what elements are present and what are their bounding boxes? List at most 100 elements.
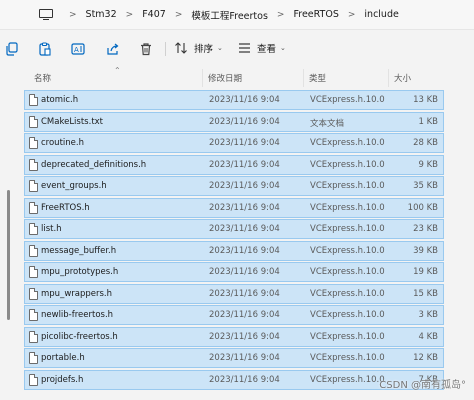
file-type: VCExpress.h.10.0 bbox=[310, 353, 385, 363]
file-date: 2023/11/16 9:04 bbox=[209, 353, 280, 363]
file-date: 2023/11/16 9:04 bbox=[209, 138, 280, 148]
file-date: 2023/11/16 9:04 bbox=[209, 267, 280, 277]
table-row[interactable]: portable.h 2023/11/16 9:04 VCExpress.h.1… bbox=[24, 348, 444, 368]
table-row[interactable]: event_groups.h 2023/11/16 9:04 VCExpress… bbox=[24, 176, 444, 196]
breadcrumb-item-f407[interactable]: F407 bbox=[142, 9, 166, 20]
table-row[interactable]: picolibc-freertos.h 2023/11/16 9:04 VCEx… bbox=[24, 326, 444, 347]
chevron-right-icon[interactable]: > bbox=[348, 10, 356, 20]
file-type: VCExpress.h.10.0 bbox=[310, 138, 385, 148]
h-file-icon bbox=[29, 94, 38, 106]
file-date: 2023/11/16 9:04 bbox=[209, 331, 280, 342]
view-button[interactable]: 查看 ⌄ bbox=[238, 41, 286, 55]
file-name: mpu_wrappers.h bbox=[41, 288, 113, 299]
column-name[interactable]: 名称 bbox=[34, 72, 51, 84]
h-file-icon bbox=[29, 352, 38, 364]
file-type: VCExpress.h.10.0 bbox=[310, 224, 385, 234]
h-file-icon bbox=[29, 244, 38, 257]
chevron-down-icon: ⌄ bbox=[217, 44, 223, 52]
file-type: 文本文档 bbox=[310, 118, 345, 129]
file-name: mpu_prototypes.h bbox=[41, 267, 119, 277]
table-row[interactable]: deprecated_definitions.h 2023/11/16 9:04… bbox=[24, 154, 444, 175]
file-name: FreeRTOS.h bbox=[41, 202, 90, 213]
h-file-icon bbox=[29, 158, 38, 171]
rename-icon[interactable]: A bbox=[70, 41, 86, 57]
file-size: 15 KB bbox=[413, 288, 438, 299]
this-pc-icon[interactable] bbox=[39, 8, 55, 21]
file-name: deprecated_definitions.h bbox=[41, 159, 147, 170]
chevron-right-icon[interactable]: > bbox=[175, 10, 183, 20]
table-row[interactable]: mpu_prototypes.h 2023/11/16 9:04 VCExpre… bbox=[24, 262, 444, 282]
file-date: 2023/11/16 9:04 bbox=[209, 224, 280, 234]
column-header: ⌃ 名称 修改日期 类型 大小 bbox=[24, 66, 444, 87]
table-row[interactable]: atomic.h 2023/11/16 9:04 VCExpress.h.10.… bbox=[24, 90, 444, 110]
h-file-icon bbox=[29, 223, 38, 235]
h-file-icon bbox=[29, 180, 38, 192]
chevron-right-icon[interactable]: > bbox=[277, 10, 285, 20]
sort-button[interactable]: 排序 ⌄ bbox=[175, 41, 223, 55]
file-size: 100 KB bbox=[407, 202, 438, 213]
chevron-right-icon[interactable]: > bbox=[126, 10, 134, 20]
column-size[interactable]: 大小 bbox=[394, 72, 411, 84]
file-name: message_buffer.h bbox=[41, 245, 117, 256]
table-row[interactable]: mpu_wrappers.h 2023/11/16 9:04 VCExpress… bbox=[24, 283, 444, 304]
chevron-down-icon: ⌄ bbox=[280, 44, 286, 52]
file-size: 19 KB bbox=[413, 267, 438, 277]
toolbar-divider bbox=[165, 42, 166, 56]
file-name: picolibc-freertos.h bbox=[41, 331, 118, 342]
table-row[interactable]: croutine.h 2023/11/16 9:04 VCExpress.h.1… bbox=[24, 133, 444, 153]
chevron-right-icon[interactable]: > bbox=[69, 10, 77, 20]
file-size: 12 KB bbox=[413, 353, 438, 363]
column-date[interactable]: 修改日期 bbox=[208, 72, 242, 84]
svg-text:A: A bbox=[74, 46, 79, 54]
file-name: portable.h bbox=[41, 353, 85, 363]
file-type: VCExpress.h.10.0 bbox=[310, 159, 385, 170]
file-name: newlib-freertos.h bbox=[41, 310, 114, 320]
breadcrumb-item-template-project[interactable]: 模板工程Freertos bbox=[191, 8, 268, 22]
file-size: 1 KB bbox=[418, 116, 438, 127]
text-file-icon bbox=[29, 115, 38, 128]
breadcrumb-item-include[interactable]: include bbox=[364, 9, 398, 20]
file-date: 2023/11/16 9:04 bbox=[209, 374, 280, 385]
column-divider[interactable] bbox=[303, 69, 304, 87]
table-row[interactable]: list.h 2023/11/16 9:04 VCExpress.h.10.0 … bbox=[24, 219, 444, 239]
file-size: 4 KB bbox=[418, 331, 438, 342]
table-row[interactable]: newlib-freertos.h 2023/11/16 9:04 VCExpr… bbox=[24, 305, 444, 325]
breadcrumb-item-freertos[interactable]: FreeRTOS bbox=[293, 9, 338, 20]
view-label: 查看 bbox=[257, 44, 277, 55]
breadcrumb-item-stm32[interactable]: Stm32 bbox=[86, 9, 117, 20]
file-size: 13 KB bbox=[413, 95, 438, 105]
file-date: 2023/11/16 9:04 bbox=[209, 116, 280, 127]
view-icon bbox=[238, 42, 251, 54]
table-row[interactable]: CMakeLists.txt 2023/11/16 9:04 文本文档 1 KB bbox=[24, 111, 444, 132]
file-type: VCExpress.h.10.0 bbox=[310, 95, 385, 105]
column-divider[interactable] bbox=[388, 69, 389, 87]
file-type: VCExpress.h.10.0 bbox=[310, 181, 385, 191]
breadcrumb: > Stm32 > F407 > 模板工程Freertos > FreeRTOS… bbox=[0, 0, 474, 30]
table-row[interactable]: FreeRTOS.h 2023/11/16 9:04 VCExpress.h.1… bbox=[24, 197, 444, 218]
column-type[interactable]: 类型 bbox=[309, 72, 326, 84]
file-name: event_groups.h bbox=[41, 181, 107, 191]
sort-ascending-icon: ⌃ bbox=[114, 66, 121, 75]
copy-icon[interactable] bbox=[4, 41, 20, 57]
table-row[interactable]: message_buffer.h 2023/11/16 9:04 VCExpre… bbox=[24, 240, 444, 261]
file-size: 9 KB bbox=[418, 159, 438, 170]
sort-icon bbox=[175, 42, 188, 54]
vertical-scrollbar[interactable] bbox=[7, 190, 10, 320]
file-type: VCExpress.h.10.0 bbox=[310, 288, 385, 299]
h-file-icon bbox=[29, 373, 38, 386]
paste-icon[interactable] bbox=[37, 41, 53, 57]
sort-label: 排序 bbox=[194, 44, 214, 55]
delete-icon[interactable] bbox=[138, 41, 154, 57]
h-file-icon bbox=[29, 137, 38, 149]
h-file-icon bbox=[29, 201, 38, 214]
file-type: VCExpress.h.10.0 bbox=[310, 331, 385, 342]
file-type: VCExpress.h.10.0 bbox=[310, 267, 385, 277]
column-divider[interactable] bbox=[202, 69, 203, 87]
h-file-icon bbox=[29, 266, 38, 278]
share-icon[interactable] bbox=[105, 41, 121, 57]
file-size: 3 KB bbox=[418, 310, 438, 320]
file-size: 28 KB bbox=[413, 138, 438, 148]
file-date: 2023/11/16 9:04 bbox=[209, 245, 280, 256]
file-date: 2023/11/16 9:04 bbox=[209, 310, 280, 320]
watermark: CSDN @南有孤岛° bbox=[379, 380, 466, 391]
